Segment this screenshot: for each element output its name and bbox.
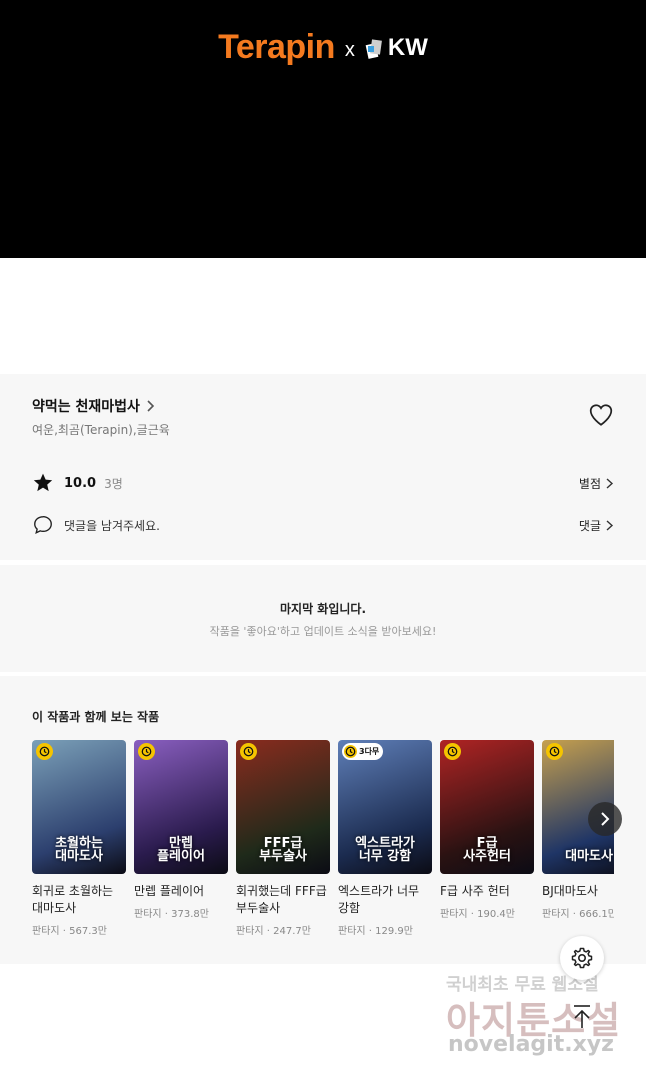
last-episode-notice: 마지막 화입니다. 작품을 '좋아요'하고 업데이트 소식을 받아보세요!	[0, 565, 646, 672]
clock-badge	[138, 743, 155, 760]
clock-badge	[344, 745, 357, 758]
comment-icon	[34, 516, 52, 535]
kw-logo-text: KW	[387, 33, 428, 61]
carousel-next-button[interactable]	[588, 802, 622, 836]
rating-link-label: 별점	[578, 476, 601, 491]
recommendation-title: 회귀로 초월하는 대마도사	[32, 884, 114, 915]
brand-separator: x	[344, 39, 355, 61]
clock-icon	[447, 746, 458, 757]
recommendation-cover: 3다무엑스트라가 너무 강함	[338, 740, 432, 874]
recommendation-list: 초월하는 대마도사 회귀로 초월하는 대마도사 판타지 · 567.3만 만렙 플레이어 만…	[32, 740, 614, 960]
heart-icon[interactable]	[588, 402, 614, 428]
cover-title-art: 대마도사	[565, 849, 613, 865]
star-icon	[33, 473, 53, 492]
cover-title-art: 만렙 플레이어	[157, 835, 205, 865]
recommendation-section: 이 작품과 함께 보는 작품 초월하는 대마도사회귀로 초월하는 대마도사판타지 …	[0, 676, 646, 964]
work-title-link[interactable]: 약먹는 천재마법사	[32, 396, 156, 416]
clock-icon	[243, 746, 254, 757]
recommendation-cover: 만렙 플레이어	[134, 740, 228, 874]
arrow-up-icon	[574, 1005, 590, 1028]
clock-icon	[549, 746, 560, 757]
spacer	[0, 258, 646, 374]
kw-logo: KW	[365, 34, 428, 62]
recommendation-meta: 판타지 · 373.8만	[134, 909, 209, 920]
chevron-right-icon	[606, 519, 614, 531]
rating-score: 10.0	[64, 475, 97, 491]
comment-input[interactable]: 댓글을 남겨주세요.	[64, 517, 160, 534]
recommendation-title: BJ대마도사	[542, 884, 598, 898]
recommendation-card[interactable]: 3다무엑스트라가 너무 강함엑스트라가 너무 강함판타지 · 129.9만	[338, 740, 432, 937]
recommendation-heading: 이 작품과 함께 보는 작품	[32, 710, 160, 724]
comment-link[interactable]: 댓글	[579, 517, 614, 534]
recommendation-title: 만렙 플레이어	[134, 884, 205, 898]
terapin-logo: Terapin	[218, 28, 335, 66]
rating-row: 10.0 3명 별점	[32, 472, 614, 494]
recommendation-title: 회귀했는데 FFF급 부두술사	[236, 884, 327, 915]
comment-link-label: 댓글	[578, 518, 601, 533]
recommendation-meta: 판타지 · 129.9만	[338, 926, 413, 937]
recommendation-cover: F급 사주헌터	[440, 740, 534, 874]
recommendation-cover: 초월하는 대마도사	[32, 740, 126, 874]
recommendation-card[interactable]: F급 사주헌터 F급 사주 헌터판타지 · 190.4만	[440, 740, 534, 920]
clock-badge	[240, 743, 257, 760]
recommendation-meta: 판타지 · 190.4만	[440, 909, 515, 920]
recommendation-card[interactable]: 만렙 플레이어만렙 플레이어판타지 · 373.8만	[134, 740, 228, 920]
chevron-right-icon	[147, 400, 155, 412]
work-title: 약먹는 천재마법사	[32, 399, 140, 415]
chevron-right-icon	[606, 477, 614, 489]
recommendation-card[interactable]: FFF급 부두술사회귀했는데 FFF급 부두술사판타지 · 247.7만	[236, 740, 330, 937]
clock-icon	[141, 746, 152, 757]
watermark-url: novelagit.xyz	[448, 1032, 614, 1057]
cover-title-art: 엑스트라가 너무 강함	[355, 835, 415, 865]
wait-free-badge: 3다무	[342, 743, 384, 760]
watermark: 국내최초 무료 웹소설 아지툰소설 novelagit.xyz	[440, 966, 630, 1066]
clock-badge	[546, 743, 563, 760]
gear-icon	[571, 947, 593, 969]
cover-title-art: F급 사주헌터	[463, 835, 511, 865]
cover-title-art: FFF급 부두술사	[259, 835, 307, 865]
work-info-panel: 약먹는 천재마법사 여운,최곰(Terapin),글근육 10.0 3명 별점 …	[0, 374, 646, 560]
recommendation-meta: 판타지 · 666.1만	[542, 909, 614, 920]
rating-link[interactable]: 별점	[579, 475, 614, 492]
work-authors: 여운,최곰(Terapin),글근육	[32, 423, 170, 437]
clock-icon	[39, 746, 50, 757]
recommendation-card[interactable]: 초월하는 대마도사회귀로 초월하는 대마도사판타지 · 567.3만	[32, 740, 126, 937]
scroll-top-button[interactable]	[568, 1002, 596, 1030]
recommendation-meta: 판타지 · 567.3만	[32, 926, 107, 937]
recommendation-meta: 판타지 · 247.7만	[236, 926, 311, 937]
badge-label: 3다무	[359, 747, 380, 756]
clock-badge	[444, 743, 461, 760]
kw-logo-mark-icon	[365, 38, 382, 59]
brand-logos: Terapin x KW	[0, 28, 646, 67]
clock-icon	[345, 746, 356, 757]
chevron-right-icon	[601, 812, 610, 826]
recommendation-cover: FFF급 부두술사	[236, 740, 330, 874]
recommendation-title: 엑스트라가 너무 강함	[338, 884, 420, 915]
clock-badge	[36, 743, 53, 760]
last-episode-title: 마지막 화입니다.	[279, 602, 367, 616]
rating-count: 3명	[104, 476, 123, 491]
last-episode-subtitle: 작품을 '좋아요'하고 업데이트 소식을 받아보세요!	[209, 625, 437, 638]
banner: Terapin x KW	[0, 0, 646, 258]
settings-button[interactable]	[560, 936, 604, 980]
recommendation-title: F급 사주 헌터	[440, 884, 510, 898]
comment-row[interactable]: 댓글을 남겨주세요. 댓글	[32, 514, 614, 536]
cover-title-art: 초월하는 대마도사	[55, 835, 103, 865]
